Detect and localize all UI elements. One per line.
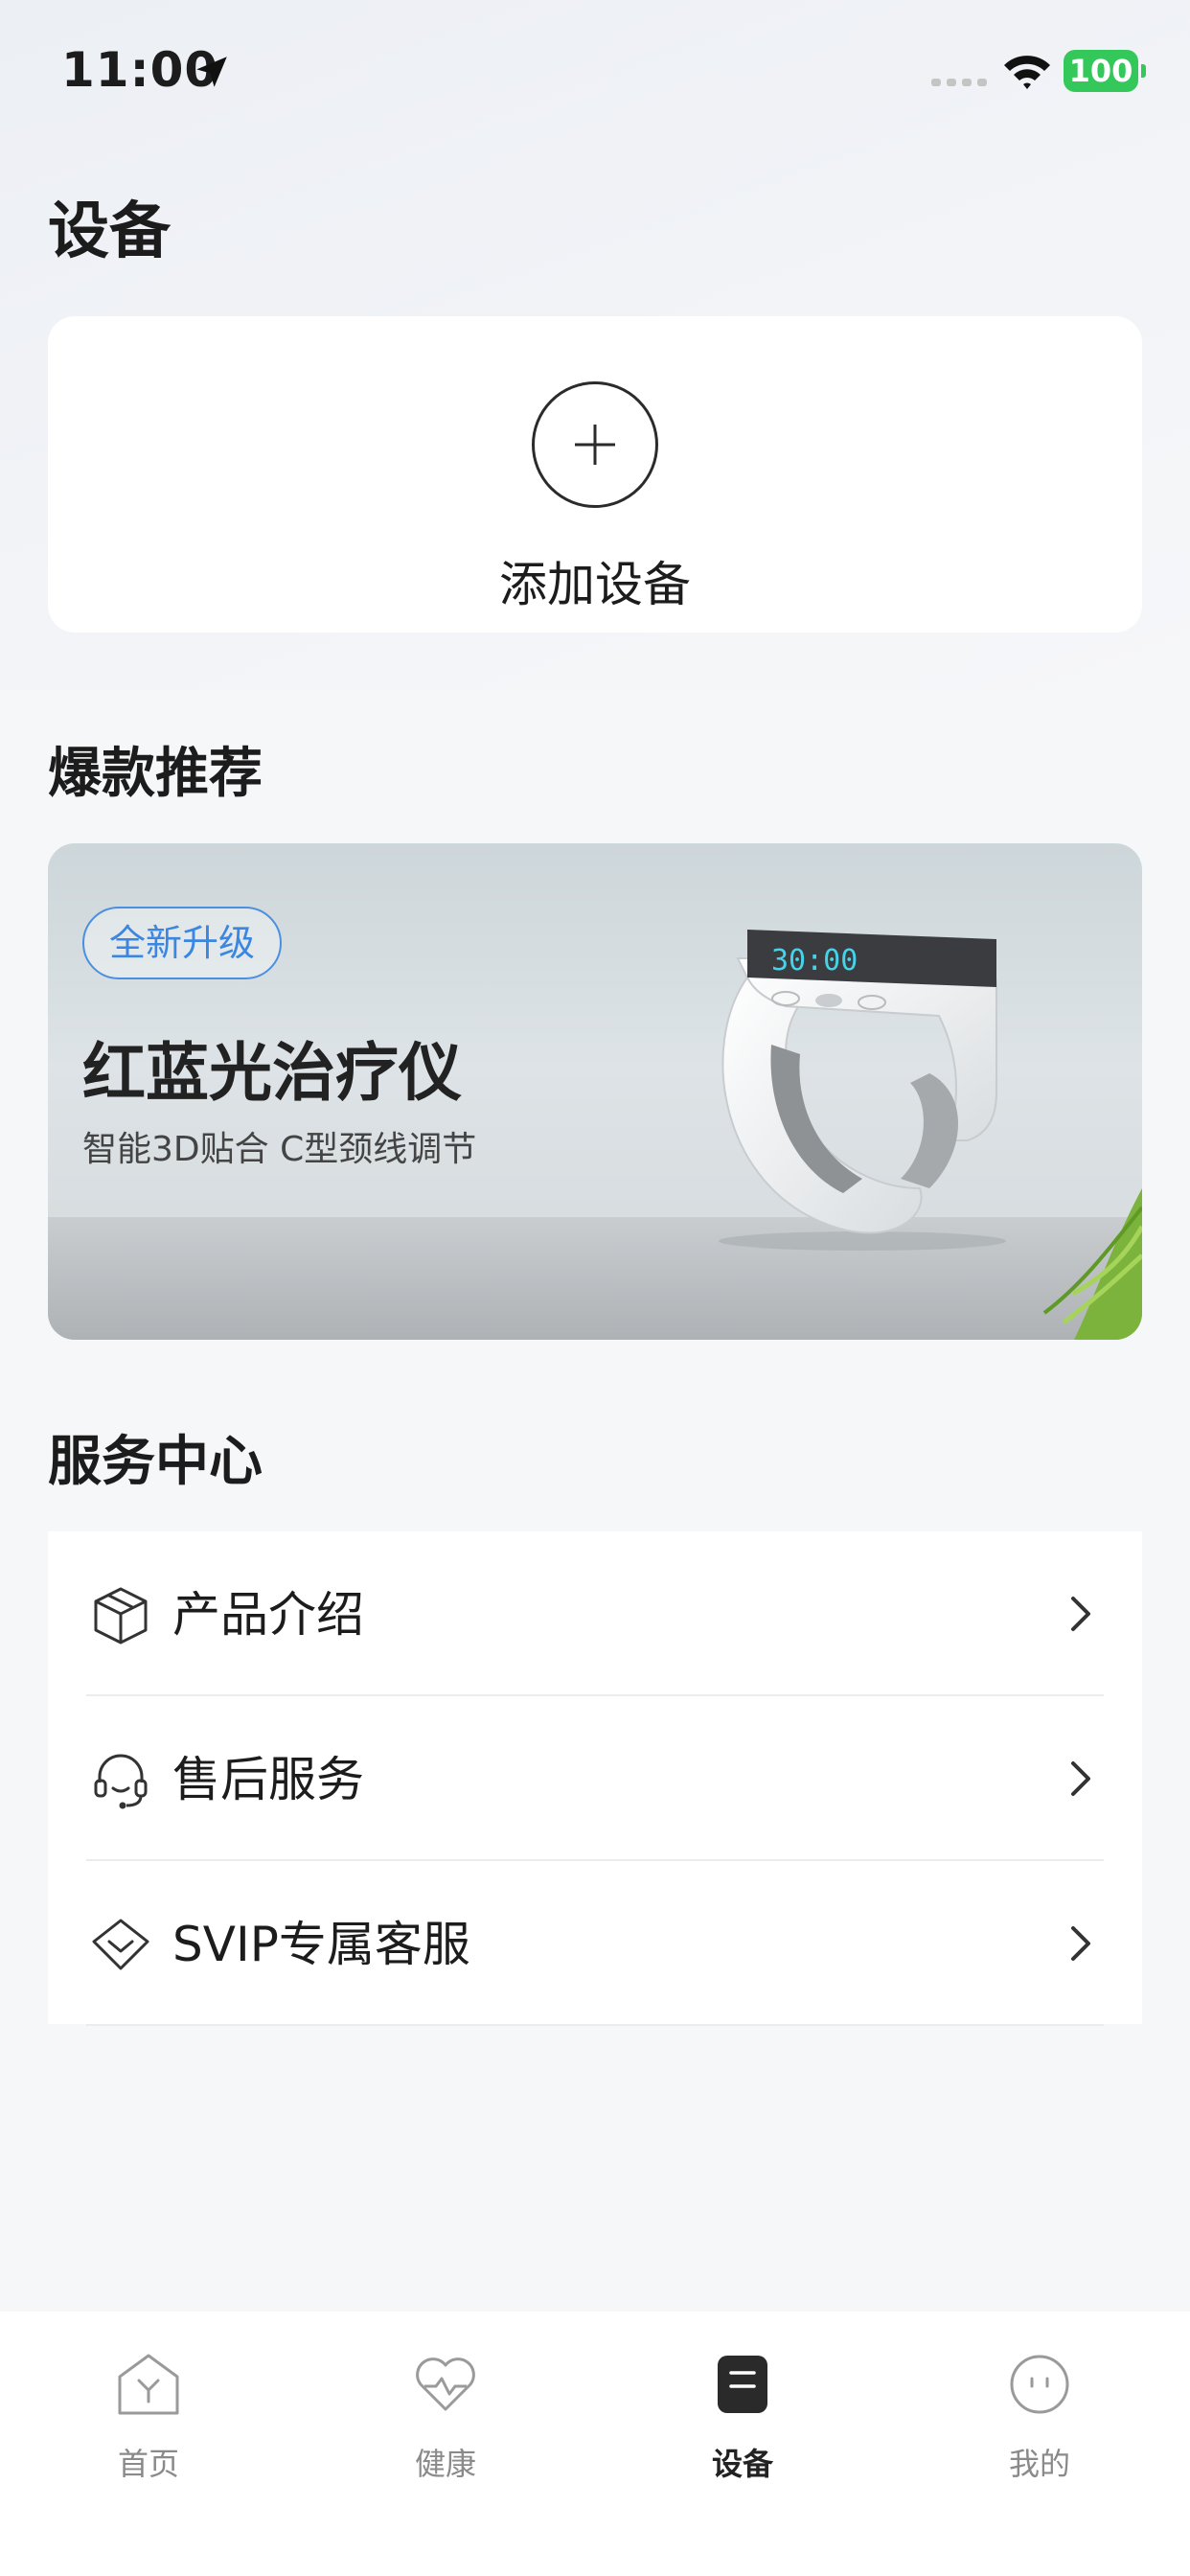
tab-label: 首页 — [117, 2446, 179, 2482]
tab-home[interactable]: 首页 — [0, 2340, 297, 2503]
neck-device-image: 30:00 — [719, 930, 1006, 1251]
tab-device[interactable]: 设备 — [594, 2340, 891, 2503]
list-item-label: SVIP专属客服 — [172, 1917, 470, 1972]
chevron-right-icon — [1071, 1597, 1090, 1631]
tab-profile[interactable]: 我的 — [891, 2340, 1188, 2503]
cellular-signal-icon — [931, 79, 987, 86]
page-title: 设备 — [48, 196, 171, 267]
list-item-svip-service[interactable]: SVIP专属客服 — [48, 1861, 1142, 2026]
battery-level: 100 — [1064, 50, 1138, 92]
upgrade-badge: 全新升级 — [82, 907, 283, 979]
wifi-icon — [1004, 56, 1050, 89]
headset-icon — [94, 1754, 148, 1809]
home-icon — [118, 2354, 179, 2415]
list-item-product-intro[interactable]: 产品介绍 — [48, 1531, 1142, 1696]
featured-section-title: 爆款推荐 — [48, 743, 263, 805]
status-bar: 11:00 100 — [0, 0, 1190, 144]
list-item-after-sales[interactable]: 售后服务 — [48, 1696, 1142, 1861]
service-section-title: 服务中心 — [48, 1431, 263, 1493]
plant-leaf-image — [1042, 1188, 1142, 1340]
device-icon — [718, 2356, 767, 2413]
bottom-tab-bar: 首页 健康 设备 我的 — [0, 2312, 1190, 2576]
divider — [86, 2024, 1104, 2026]
list-item-label: 产品介绍 — [172, 1587, 364, 1643]
banner-subtitle: 智能3D贴合 C型颈线调节 — [82, 1130, 477, 1169]
add-device-label: 添加设备 — [499, 557, 691, 612]
service-center-list: 产品介绍 售后服务 SVIP专属客服 — [48, 1531, 1142, 2026]
chevron-right-icon — [1071, 1761, 1090, 1796]
location-arrow-icon — [196, 57, 227, 87]
tab-label: 健康 — [414, 2446, 476, 2482]
featured-product-banner[interactable]: 全新升级 红蓝光治疗仪 智能3D贴合 C型颈线调节 30:00 — [48, 843, 1142, 1340]
battery-tip — [1141, 64, 1146, 78]
add-device-button[interactable] — [532, 381, 658, 508]
tab-label: 设备 — [711, 2446, 773, 2482]
box-icon — [94, 1587, 148, 1644]
tab-health[interactable]: 健康 — [297, 2340, 594, 2503]
battery-indicator: 100 — [1064, 50, 1146, 92]
profile-icon — [1010, 2355, 1069, 2414]
add-device-card[interactable]: 添加设备 — [48, 316, 1142, 632]
plus-icon — [575, 425, 615, 465]
chevron-right-icon — [1071, 1926, 1090, 1961]
list-item-label: 售后服务 — [172, 1752, 364, 1807]
banner-title: 红蓝光治疗仪 — [82, 1036, 462, 1110]
svg-text:30:00: 30:00 — [771, 944, 858, 978]
heart-icon — [416, 2358, 475, 2411]
diamond-icon — [92, 1919, 149, 1970]
tab-label: 我的 — [1008, 2446, 1070, 2482]
